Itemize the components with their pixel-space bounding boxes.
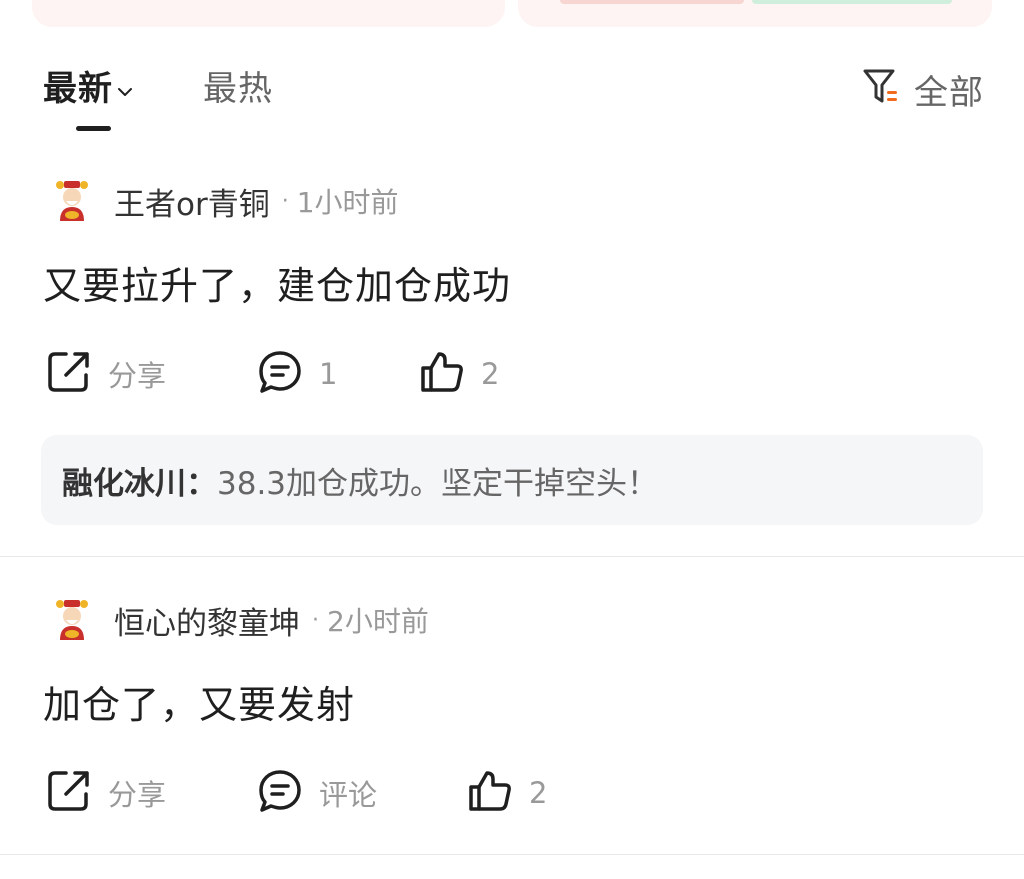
share-button[interactable]: 分享	[46, 770, 166, 816]
sort-tabs: 最新 最热 全部	[0, 62, 1024, 132]
tab-latest[interactable]: 最新	[43, 66, 135, 114]
thumbs-up-icon	[467, 768, 513, 818]
like-count: 2	[481, 357, 500, 391]
share-button[interactable]: 分享	[46, 351, 166, 397]
like-button[interactable]: 2	[467, 770, 547, 816]
comment-label: 评论	[319, 778, 378, 812]
avatar[interactable]	[50, 179, 94, 223]
bear-ratio-bar	[752, 0, 952, 4]
comment-content[interactable]: 又要拉升了，建仓加仓成功	[43, 255, 511, 310]
top-cards	[0, 0, 1024, 30]
top-card-right[interactable]	[518, 0, 992, 27]
divider	[0, 556, 1024, 557]
reply-author[interactable]: 融化冰川：	[62, 458, 217, 503]
comment-button[interactable]: 1	[257, 351, 337, 397]
username[interactable]: 王者or青铜	[114, 179, 270, 224]
comment-actions: 分享 1 2	[0, 351, 1024, 397]
filter-icon	[862, 67, 900, 111]
chevron-down-icon	[115, 68, 135, 114]
comment-actions: 分享 评论 2	[0, 770, 1024, 816]
share-icon	[46, 349, 92, 399]
comment-count: 1	[319, 357, 338, 391]
comment-header: 恒心的黎童坤 · 2小时前	[50, 598, 429, 642]
tab-hot-label: 最热	[203, 69, 273, 109]
share-label: 分享	[108, 778, 167, 812]
reply-text: 38.3加仓成功。坚定干掉空头！	[217, 465, 659, 502]
comment-icon	[257, 349, 303, 399]
active-tab-indicator	[76, 126, 111, 131]
separator: ·	[312, 607, 319, 633]
comment-header: 王者or青铜 · 1小时前	[50, 179, 399, 223]
timestamp: 1小时前	[296, 186, 399, 219]
comment-icon	[257, 768, 303, 818]
reply-preview[interactable]: 融化冰川： 38.3加仓成功。坚定干掉空头！	[41, 435, 983, 525]
thumbs-up-icon	[419, 349, 465, 399]
share-icon	[46, 768, 92, 818]
comment-content[interactable]: 加仓了，又要发射	[43, 674, 355, 729]
tab-hot[interactable]: 最热	[203, 66, 273, 112]
tab-latest-label: 最新	[43, 69, 113, 109]
separator: ·	[281, 188, 289, 214]
username[interactable]: 恒心的黎童坤	[114, 598, 300, 643]
avatar[interactable]	[50, 598, 94, 642]
timestamp: 2小时前	[327, 605, 429, 638]
divider	[0, 854, 1024, 855]
filter-button[interactable]: 全部	[862, 66, 984, 113]
share-label: 分享	[108, 359, 167, 393]
comment-button[interactable]: 评论	[257, 770, 377, 816]
like-button[interactable]: 2	[419, 351, 499, 397]
like-count: 2	[529, 776, 548, 810]
bull-ratio-bar	[560, 0, 744, 4]
filter-label: 全部	[914, 72, 984, 113]
top-card-left[interactable]	[32, 0, 505, 27]
